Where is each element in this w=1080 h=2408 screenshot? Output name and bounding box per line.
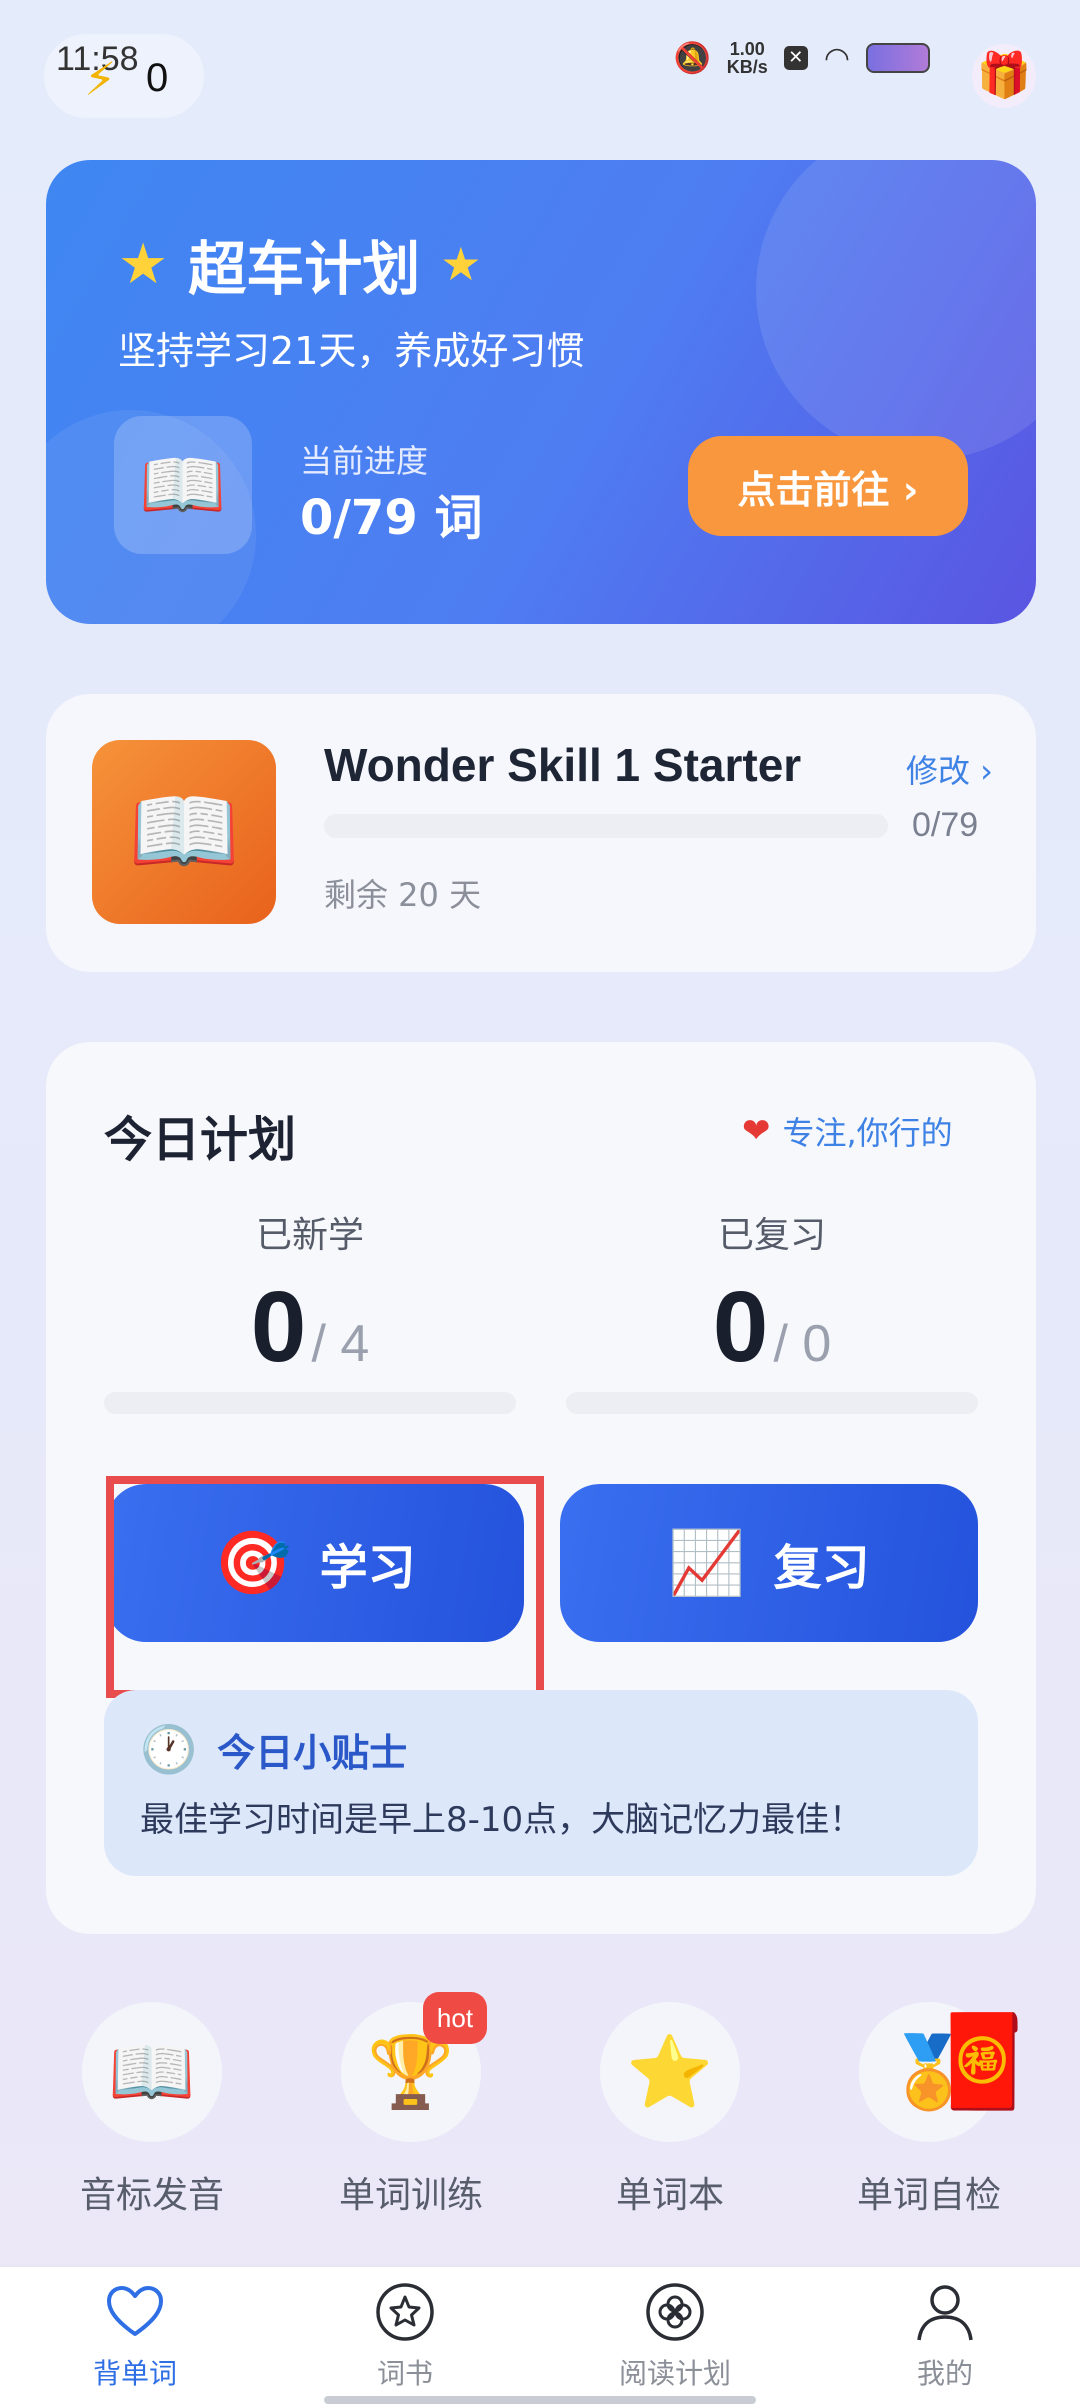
star-icon: ★ bbox=[440, 237, 482, 291]
quick-entry-wordbook[interactable]: ⭐ 单词本 bbox=[560, 2002, 780, 2218]
quick-entry-phonetics[interactable]: 📖 音标发音 bbox=[42, 2002, 262, 2218]
heart-icon: ❤ bbox=[742, 1111, 771, 1151]
home-indicator bbox=[324, 2396, 756, 2404]
book-title: Wonder Skill 1 Starter bbox=[324, 739, 802, 791]
new-learned-stat: 0 / 4 bbox=[104, 1270, 516, 1385]
clock-icon: 🕐 bbox=[140, 1722, 198, 1776]
nav-label: 词书 bbox=[376, 2357, 433, 2390]
quick-entry-word-training[interactable]: 🏆 hot 单词训练 bbox=[301, 1992, 521, 2218]
nav-tab-memorize[interactable]: 背单词 bbox=[0, 2280, 270, 2392]
net-speed: 1.00 KB/s bbox=[726, 39, 768, 77]
close-notification-icon: ✕ bbox=[783, 46, 808, 70]
nav-label: 背单词 bbox=[92, 2357, 177, 2390]
go-button[interactable]: 点击前往 › bbox=[688, 436, 968, 536]
plan-title: 今日计划 bbox=[104, 1112, 297, 1168]
open-book-icon: 📖 bbox=[114, 416, 252, 554]
chart-icon: 📈 bbox=[668, 1526, 746, 1599]
hero-decor-circle bbox=[756, 160, 1036, 460]
new-learned-label: 已新学 bbox=[255, 1215, 364, 1256]
star-icon: ★ bbox=[118, 231, 169, 297]
wifi-icon: ◠ bbox=[823, 40, 850, 76]
book-progress-bar bbox=[324, 814, 888, 838]
hero-subtitle: 坚持学习21天，养成好习惯 bbox=[118, 329, 585, 373]
mute-bell-icon: 🔕 bbox=[673, 40, 711, 76]
new-learned-count: 0 bbox=[250, 1271, 307, 1383]
red-envelope-mascot-icon[interactable]: 🧧 bbox=[927, 1992, 1039, 2132]
medal-icon: 🏅 🧧 bbox=[859, 2002, 1039, 2142]
bolt-icon: ⚡ bbox=[84, 52, 117, 106]
gift-icon[interactable]: 🎁 bbox=[972, 44, 1036, 108]
star-icon: ⭐ bbox=[600, 2002, 740, 2142]
status-icons: 🔕 1.00 KB/s ✕ ◠ bbox=[673, 40, 930, 76]
progress-value: 0/79 词 bbox=[300, 490, 483, 546]
reviewed-count: 0 bbox=[712, 1271, 769, 1383]
book-cover-icon: 📖 bbox=[92, 740, 276, 924]
quick-entry-label: 单词本 bbox=[615, 2175, 724, 2216]
battery-icon bbox=[866, 43, 930, 73]
quick-entry-self-check[interactable]: 🏅 🧧 单词自检 bbox=[819, 2002, 1039, 2218]
heart-icon bbox=[107, 2286, 163, 2336]
nav-tab-me[interactable]: 我的 bbox=[810, 2280, 1080, 2392]
flower-icon bbox=[646, 2283, 704, 2341]
edit-book-link[interactable]: 修改 › bbox=[906, 746, 993, 792]
new-learned-total: / 4 bbox=[311, 1315, 370, 1373]
plan-slogan: ❤ 专注,你行的 bbox=[742, 1108, 953, 1154]
tip-box bbox=[104, 1690, 978, 1876]
nav-tab-reading-plan[interactable]: 阅读计划 bbox=[540, 2280, 810, 2392]
hero-title-row: ★ 超车计划 ★ bbox=[118, 222, 481, 306]
nav-label: 我的 bbox=[916, 2357, 973, 2390]
trophy-icon: 🏆 hot bbox=[341, 1992, 487, 2142]
reviewed-bar bbox=[566, 1392, 978, 1414]
person-icon bbox=[917, 2285, 973, 2341]
nav-tab-wordbooks[interactable]: 词书 bbox=[270, 2280, 540, 2392]
reviewed-total: / 0 bbox=[773, 1315, 832, 1373]
quick-entry-label: 单词自检 bbox=[856, 2175, 1001, 2216]
hero-card[interactable]: ★ 超车计划 ★ 坚持学习21天，养成好习惯 📖 当前进度 0/79 词 点击前… bbox=[46, 160, 1036, 624]
reviewed-stat: 0 / 0 bbox=[566, 1270, 978, 1385]
tip-title: 今日小贴士 bbox=[217, 1731, 408, 1775]
tip-text: 最佳学习时间是早上8-10点，大脑记忆力最佳！ bbox=[140, 1800, 864, 1840]
review-button[interactable]: 📈 复习 bbox=[560, 1484, 978, 1642]
quick-entry-label: 单词训练 bbox=[338, 2175, 483, 2216]
progress-label: 当前进度 bbox=[300, 442, 429, 480]
new-learned-bar bbox=[104, 1392, 516, 1414]
slogan-text: 专注,你行的 bbox=[782, 1114, 953, 1152]
nav-label: 阅读计划 bbox=[618, 2357, 731, 2390]
hot-badge: hot bbox=[423, 1992, 487, 2044]
review-button-label: 复习 bbox=[773, 1540, 870, 1596]
tip-header: 🕐 今日小贴士 bbox=[140, 1722, 407, 1777]
days-remaining: 剩余 20 天 bbox=[324, 876, 482, 914]
highlight-box bbox=[106, 1476, 544, 1698]
hero-title: 超车计划 bbox=[188, 235, 421, 303]
notification-count: 0 bbox=[146, 56, 169, 100]
reviewed-label: 已复习 bbox=[717, 1215, 826, 1256]
book-progress-count: 0/79 bbox=[912, 806, 979, 844]
book-icon: 📖 bbox=[82, 2002, 222, 2142]
star-circle-icon bbox=[376, 2283, 434, 2341]
quick-entry-label: 音标发音 bbox=[79, 2175, 224, 2216]
